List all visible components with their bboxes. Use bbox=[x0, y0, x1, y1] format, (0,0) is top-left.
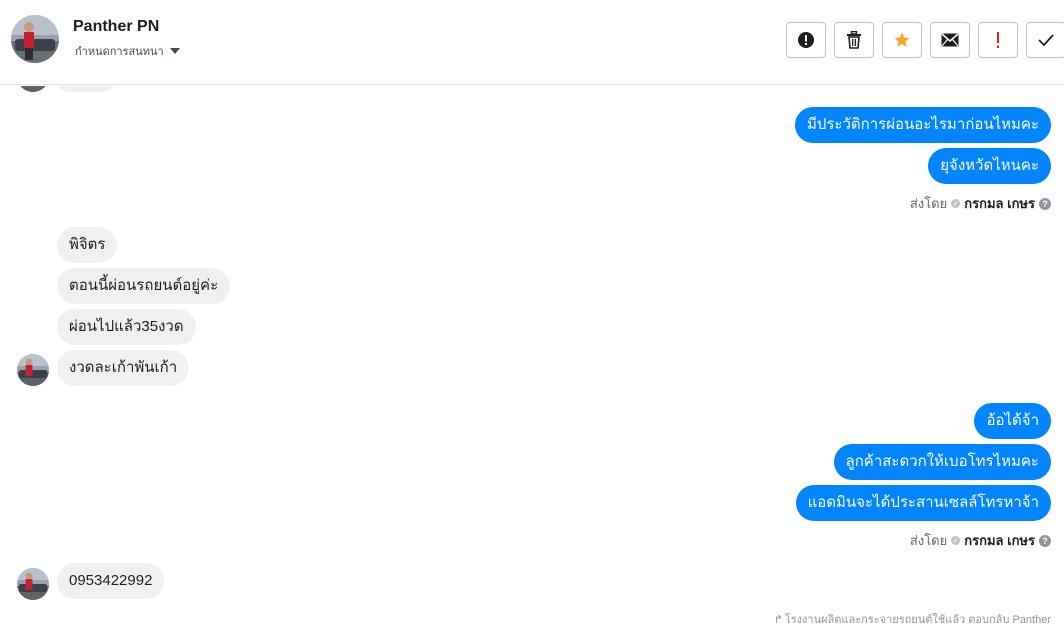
star-icon bbox=[894, 32, 910, 47]
contact-name: Panther PN bbox=[73, 18, 160, 35]
message-bubble-incoming: ผ่อนไปแล้ว35งวด bbox=[57, 309, 196, 345]
caret-down-icon bbox=[169, 48, 180, 54]
share-arrow-icon: ↱ bbox=[773, 613, 783, 626]
message-bubble-outgoing: อ้อได้จ้า bbox=[974, 403, 1051, 439]
reply-source-note: ↱ โรงงานผลิตและกระจายรถยนต์ใช้แล้ว ตอบกล… bbox=[774, 610, 1051, 628]
sent-by-label: ส่งโดย กรกมล เกษร ? bbox=[910, 530, 1051, 551]
star-button[interactable] bbox=[882, 22, 922, 58]
delete-button[interactable] bbox=[834, 22, 874, 58]
conversation-header: Panther PN กำหนดการสนทนา bbox=[0, 0, 1064, 85]
message-bubble-outgoing: ลูกค้าสะดวกให้เบอโทรไหมคะ bbox=[833, 444, 1051, 480]
message-bubble-outgoing: มีประวัติการผ่อนอะไรมาก่อนไหมคะ bbox=[794, 107, 1051, 143]
verified-icon bbox=[951, 536, 961, 545]
sent-by-name[interactable]: กรกมล เกษร bbox=[964, 530, 1035, 551]
sent-by-label: ส่งโดย กรกมล เกษร ? bbox=[910, 193, 1051, 214]
message-bubble-incoming: งวดละเก้าพันเก้า bbox=[57, 350, 190, 386]
checkmark-icon bbox=[1038, 34, 1054, 47]
message-bubble-outgoing: แอดมินจะได้ประสานเซลล์โทรหาจ้า bbox=[795, 485, 1051, 521]
contact-avatar[interactable] bbox=[11, 15, 59, 63]
message-bubble-incoming: 0953422992 bbox=[57, 563, 165, 599]
sent-by-prefix: ส่งโดย bbox=[909, 196, 948, 211]
alert-circle-icon bbox=[798, 32, 814, 48]
exclamation-icon bbox=[997, 32, 999, 48]
message-thread[interactable]: มีประวัติการผ่อนอะไรมาก่อนไหมคะ ยุจังหวั… bbox=[0, 86, 1064, 628]
message-bubble-incoming: พิจิตร bbox=[57, 227, 118, 263]
envelope-icon bbox=[941, 33, 959, 47]
assign-label: กำหนดการสนทนา bbox=[75, 46, 164, 58]
mark-spam-button[interactable] bbox=[786, 22, 826, 58]
sent-by-prefix: ส่งโดย bbox=[909, 533, 948, 548]
trash-icon bbox=[847, 31, 861, 49]
help-icon[interactable]: ? bbox=[1039, 534, 1051, 547]
contact-avatar-small[interactable] bbox=[17, 568, 49, 600]
mark-unread-button[interactable] bbox=[930, 22, 970, 58]
message-bubble-incoming: ตอนนี้ผ่อนรถยนต์อยู่ค่ะ bbox=[57, 268, 231, 304]
message-bubble-incoming bbox=[57, 86, 115, 92]
header-actions bbox=[786, 22, 1064, 58]
message-bubble-outgoing: ยุจังหวัดไหนคะ bbox=[928, 148, 1051, 184]
follow-up-button[interactable] bbox=[978, 22, 1018, 58]
help-icon[interactable]: ? bbox=[1039, 197, 1051, 210]
contact-avatar-small bbox=[17, 86, 49, 92]
assign-conversation-dropdown[interactable]: กำหนดการสนทนา bbox=[75, 42, 180, 60]
mark-done-button[interactable] bbox=[1026, 22, 1064, 58]
contact-avatar-small[interactable] bbox=[17, 354, 49, 386]
sent-by-name[interactable]: กรกมล เกษร bbox=[964, 193, 1035, 214]
verified-icon bbox=[951, 199, 961, 208]
reply-source-text: โรงงานผลิตและกระจายรถยนต์ใช้แล้ว ตอบกลับ… bbox=[784, 614, 1051, 626]
